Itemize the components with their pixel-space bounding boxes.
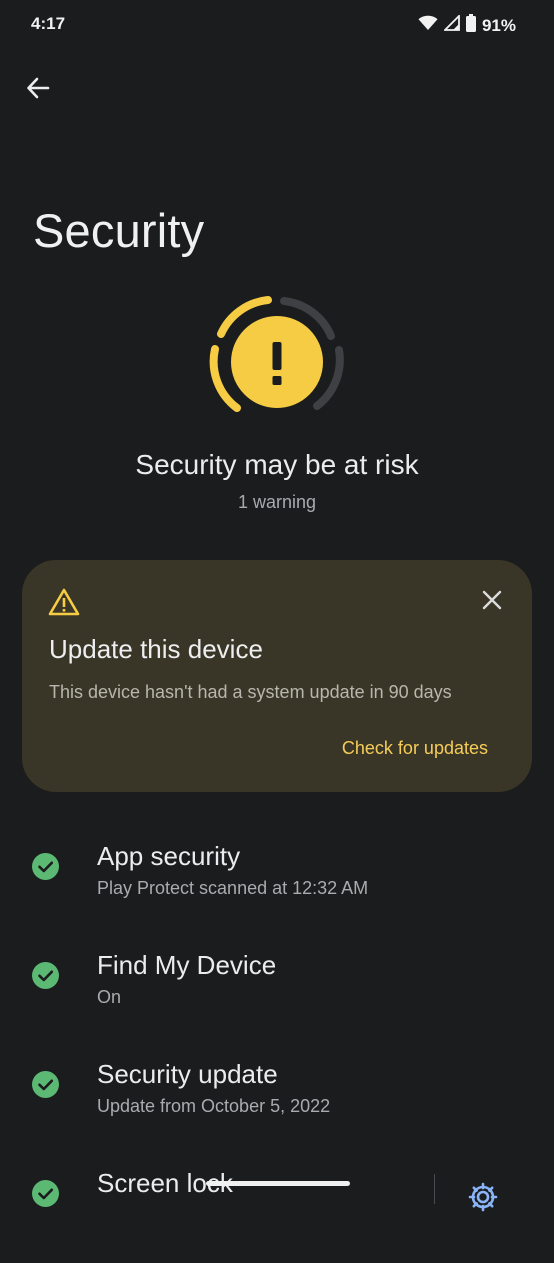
list-item-find-my-device[interactable]: Find My Device On xyxy=(0,945,554,1045)
list-item-app-security[interactable]: App security Play Protect scanned at 12:… xyxy=(0,836,554,936)
check-circle-icon xyxy=(32,962,59,989)
security-status-ring xyxy=(205,296,349,420)
update-warning-card[interactable]: Update this device This device hasn't ha… xyxy=(22,560,532,792)
battery-percentage: 91% xyxy=(481,15,516,35)
screen-lock-settings-button[interactable] xyxy=(466,1180,500,1214)
item-subtitle: Update from October 5, 2022 xyxy=(97,1096,331,1116)
status-bar: 4:17 91% xyxy=(0,0,554,50)
list-item-security-update[interactable]: Security update Update from October 5, 2… xyxy=(0,1054,554,1154)
card-body: This device hasn't had a system update i… xyxy=(49,682,452,702)
gear-icon xyxy=(468,1182,498,1212)
item-subtitle: On xyxy=(97,987,122,1007)
card-title: Update this device xyxy=(49,634,263,664)
back-button[interactable] xyxy=(20,70,56,106)
status-icons: 91% xyxy=(418,13,516,37)
signal-icon xyxy=(442,13,460,36)
wifi-icon xyxy=(418,15,438,36)
close-icon xyxy=(482,590,502,610)
item-title: Security update xyxy=(97,1059,278,1089)
item-title: App security xyxy=(97,841,241,871)
check-circle-icon xyxy=(32,1180,59,1207)
check-for-updates-button[interactable]: Check for updates xyxy=(342,738,488,759)
arrow-left-icon xyxy=(27,77,50,99)
warning-triangle-icon xyxy=(48,588,80,616)
exclamation-icon xyxy=(272,342,282,385)
warning-count: 1 warning xyxy=(237,492,317,512)
page-title: Security xyxy=(33,204,205,257)
check-circle-icon xyxy=(32,1071,59,1098)
status-time: 4:17 xyxy=(31,14,66,33)
dismiss-button[interactable] xyxy=(478,586,506,614)
status-heading: Security may be at risk xyxy=(135,449,419,480)
item-subtitle: Play Protect scanned at 12:32 AM xyxy=(97,878,369,898)
gesture-nav-handle[interactable] xyxy=(206,1181,350,1186)
item-title: Find My Device xyxy=(97,950,277,980)
battery-icon xyxy=(465,14,476,37)
check-circle-icon xyxy=(32,853,59,880)
